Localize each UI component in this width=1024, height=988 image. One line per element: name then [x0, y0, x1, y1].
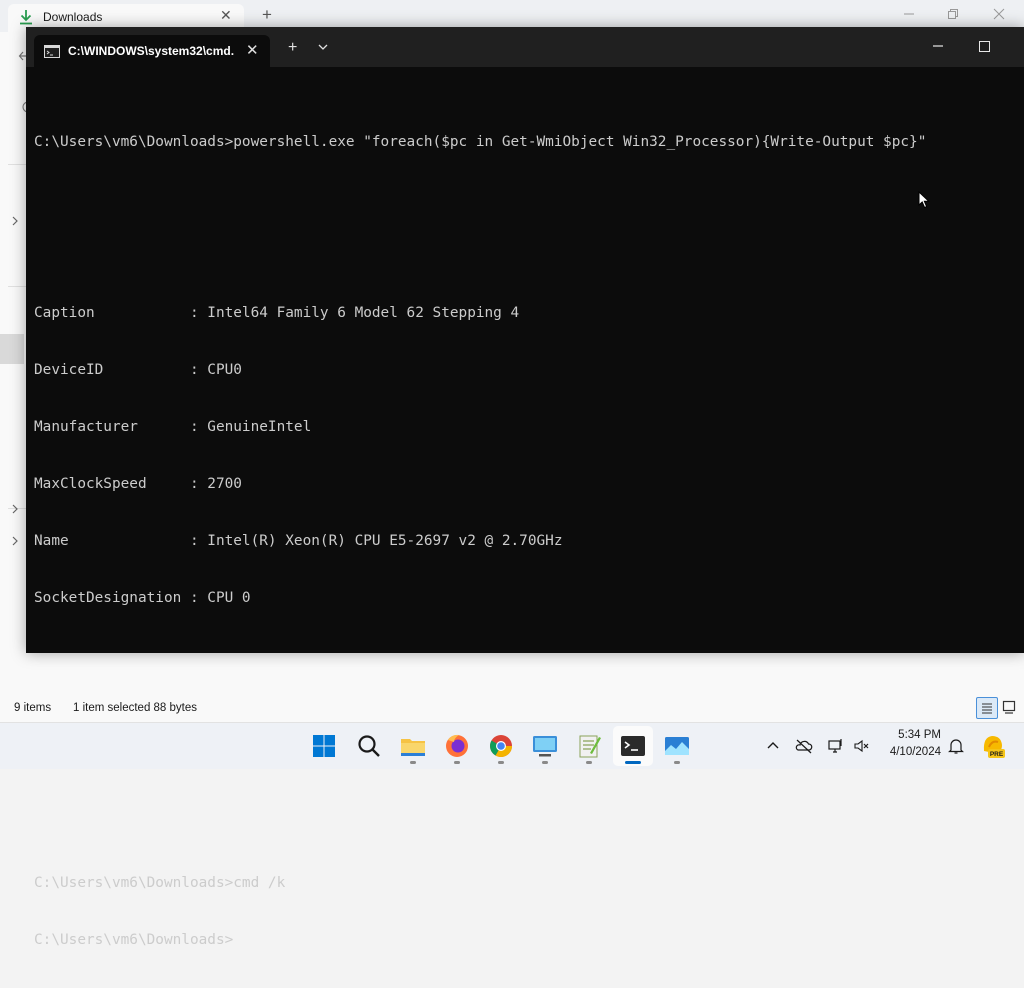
remote-desktop-icon[interactable] [530, 731, 560, 761]
expand-chevron-icon[interactable] [11, 216, 19, 226]
terminal-line: SocketDesignation : CPU 0 [34, 590, 251, 606]
onedrive-icon[interactable] [795, 737, 813, 755]
terminal-line: Name : Intel(R) Xeon(R) CPU E5-2697 v2 @… [34, 533, 563, 549]
terminal-line: DeviceID : CPU0 [34, 362, 242, 378]
start-icon[interactable] [309, 731, 339, 761]
explorer-minimize-icon[interactable] [903, 8, 915, 20]
terminal-tab-close-icon[interactable]: ✕ [246, 41, 259, 59]
terminal-new-tab-button[interactable]: + [288, 39, 297, 57]
chevron-down-icon[interactable] [317, 41, 329, 53]
clock-date[interactable]: 4/10/2024 [880, 746, 941, 758]
explorer-tab-close-icon[interactable]: ✕ [220, 7, 232, 24]
terminal-tab-label: C:\WINDOWS\system32\cmd. [68, 44, 235, 58]
terminal-window: C:\WINDOWS\system32\cmd. ✕ + C:\Users\vm… [26, 27, 1024, 948]
explorer-close-icon[interactable] [993, 8, 1005, 20]
expand-chevron-icon[interactable] [11, 504, 19, 514]
notepad-plus-plus-icon[interactable] [574, 731, 604, 761]
app-active-indicator [625, 761, 641, 764]
terminal-titlebar: C:\WINDOWS\system32\cmd. ✕ + [26, 27, 1024, 67]
terminal-maximize-icon[interactable] [979, 41, 990, 52]
app-running-indicator [542, 761, 548, 764]
network-icon[interactable] [827, 737, 845, 755]
explorer-new-tab-button[interactable]: + [262, 5, 272, 25]
clock-time[interactable]: 5:34 PM [885, 729, 941, 741]
terminal-tab-cmd[interactable]: C:\WINDOWS\system32\cmd. ✕ [34, 35, 270, 67]
file-explorer-icon[interactable] [398, 731, 428, 761]
app-running-indicator [498, 761, 504, 764]
terminal-line: C:\Users\vm6\Downloads>powershell.exe "f… [34, 134, 927, 150]
terminal-prompt: C:\Users\vm6\Downloads> [34, 932, 234, 948]
terminal-icon[interactable] [618, 731, 648, 761]
taskbar: 5:34 PM 4/10/2024 PRE [0, 722, 1024, 769]
terminal-line: C:\Users\vm6\Downloads>cmd /k [34, 875, 286, 891]
svg-text:PRE: PRE [990, 751, 1004, 758]
terminal-line: Caption : Intel64 Family 6 Model 62 Step… [34, 305, 520, 321]
app-running-indicator [410, 761, 416, 764]
app-running-indicator [454, 761, 460, 764]
firefox-icon[interactable] [442, 731, 472, 761]
terminal-output[interactable]: C:\Users\vm6\Downloads>powershell.exe "f… [34, 95, 1014, 988]
explorer-tab-label: Downloads [43, 10, 103, 24]
expand-chevron-icon[interactable] [11, 536, 19, 546]
cmd-icon [44, 45, 60, 58]
chrome-icon[interactable] [486, 731, 516, 761]
mouse-pointer-icon [918, 191, 930, 209]
terminal-line: MaxClockSpeed : 2700 [34, 476, 242, 492]
app-running-indicator [674, 761, 680, 764]
nav-divider [8, 286, 26, 287]
terminal-minimize-icon[interactable] [932, 40, 944, 52]
nav-selected-item[interactable] [0, 334, 24, 364]
app-running-indicator [586, 761, 592, 764]
nav-divider [8, 164, 26, 165]
chevron-up-icon[interactable] [764, 737, 782, 755]
photos-icon[interactable] [662, 731, 692, 761]
bell-icon[interactable] [947, 737, 965, 755]
download-icon [20, 10, 32, 25]
terminal-line: Manufacturer : GenuineIntel [34, 419, 312, 435]
copilot-preview-icon[interactable]: PRE [980, 731, 1006, 761]
volume-muted-icon[interactable] [853, 737, 871, 755]
explorer-nav-pane [0, 32, 30, 696]
explorer-restore-icon[interactable] [947, 8, 959, 20]
search-icon[interactable] [354, 731, 384, 761]
